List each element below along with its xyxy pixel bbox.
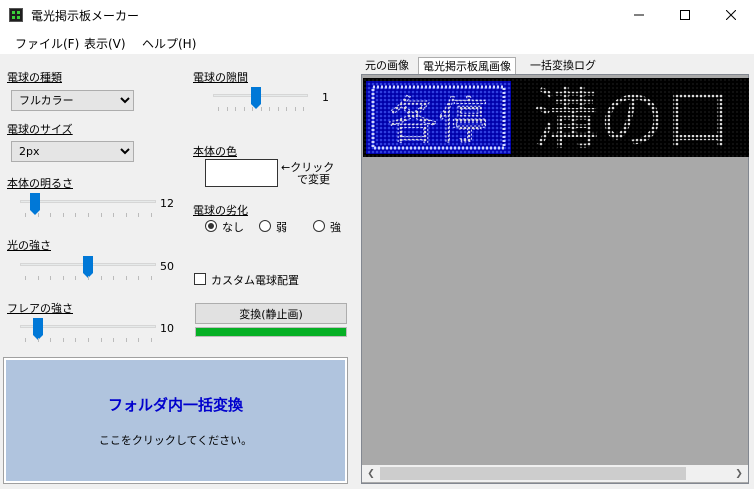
- scroll-right-arrow-icon[interactable]: ❯: [732, 467, 746, 480]
- menu-help[interactable]: ヘルプ(H): [142, 35, 196, 52]
- minimize-button[interactable]: [616, 0, 662, 30]
- tab-original-image[interactable]: 元の画像: [361, 57, 413, 74]
- bulb-size-label: 電球のサイズ: [7, 123, 73, 136]
- minimize-icon: [634, 14, 644, 16]
- led-sign-preview: 各停 溝の口: [363, 78, 749, 157]
- progress-fill: [196, 328, 346, 336]
- bulb-type-select[interactable]: フルカラー: [11, 90, 134, 111]
- light-strength-slider[interactable]: [20, 256, 156, 280]
- batch-convert-title: フォルダ内一括変換: [107, 396, 243, 414]
- light-strength-value: 50: [160, 260, 174, 273]
- close-icon: [726, 10, 736, 20]
- slider-thumb[interactable]: [83, 256, 93, 278]
- menu-file[interactable]: ファイル(F): [15, 35, 79, 52]
- degradation-strong-radio[interactable]: [313, 220, 325, 232]
- menu-view[interactable]: 表示(V): [84, 35, 126, 52]
- degradation-weak-label: 弱: [276, 221, 287, 234]
- app-icon: [9, 8, 23, 22]
- scroll-left-arrow-icon[interactable]: ❮: [364, 467, 378, 480]
- bulb-gap-value: 1: [322, 91, 329, 104]
- light-strength-label: 光の強さ: [7, 239, 51, 252]
- tab-led-image[interactable]: 電光掲示板風画像: [418, 57, 516, 74]
- batch-convert-subtitle: ここをクリックしてください。: [98, 434, 253, 447]
- degradation-label: 電球の劣化: [193, 204, 248, 217]
- conversion-progress-bar: [195, 327, 347, 337]
- flare-strength-value: 10: [160, 322, 174, 335]
- bulb-type-label: 電球の種類: [7, 71, 62, 84]
- slider-ticks: [213, 107, 308, 111]
- scroll-thumb[interactable]: [380, 467, 686, 480]
- convert-still-button[interactable]: 変換(静止画): [195, 303, 347, 324]
- degradation-none-radio[interactable]: [205, 220, 217, 232]
- flare-strength-slider[interactable]: [20, 318, 156, 342]
- slider-thumb[interactable]: [33, 318, 43, 340]
- degradation-strong-label: 強: [330, 221, 341, 234]
- body-brightness-label: 本体の明るさ: [7, 177, 73, 190]
- degradation-none-label: なし: [222, 221, 244, 234]
- body-color-hint: ←クリック で変更: [281, 162, 334, 186]
- slider-ticks: [20, 338, 156, 342]
- body-brightness-slider[interactable]: [20, 193, 156, 217]
- bulb-size-select[interactable]: 2px: [11, 141, 134, 162]
- body-brightness-value: 12: [160, 197, 174, 210]
- bulb-gap-label: 電球の隙間: [193, 71, 248, 84]
- body-color-label: 本体の色: [193, 145, 237, 158]
- led-badge-text: 各停: [388, 92, 488, 150]
- slider-ticks: [20, 276, 156, 280]
- maximize-button[interactable]: [662, 0, 708, 30]
- slider-thumb[interactable]: [30, 193, 40, 215]
- body-color-swatch[interactable]: [205, 159, 278, 187]
- flare-strength-label: フレアの強さ: [7, 302, 73, 315]
- slider-ticks: [20, 213, 156, 217]
- bulb-gap-slider[interactable]: [213, 87, 308, 111]
- window-title: 電光掲示板メーカー: [31, 9, 140, 23]
- body-color-hint-line2: で変更: [297, 173, 330, 186]
- close-button[interactable]: [708, 0, 754, 30]
- tab-batch-log[interactable]: 一括変換ログ: [526, 57, 600, 74]
- slider-thumb[interactable]: [251, 87, 261, 109]
- degradation-weak-radio[interactable]: [259, 220, 271, 232]
- slider-track: [20, 200, 156, 203]
- batch-convert-area[interactable]: フォルダ内一括変換 ここをクリックしてください。: [4, 358, 347, 483]
- led-sign-image: 各停 溝の口: [363, 78, 749, 157]
- viewer-horizontal-scrollbar[interactable]: ❮ ❯: [362, 465, 748, 482]
- maximize-icon: [680, 10, 690, 20]
- custom-layout-checkbox[interactable]: [194, 273, 206, 285]
- custom-layout-label: カスタム電球配置: [211, 274, 299, 287]
- led-main-text: 溝の口: [533, 81, 731, 157]
